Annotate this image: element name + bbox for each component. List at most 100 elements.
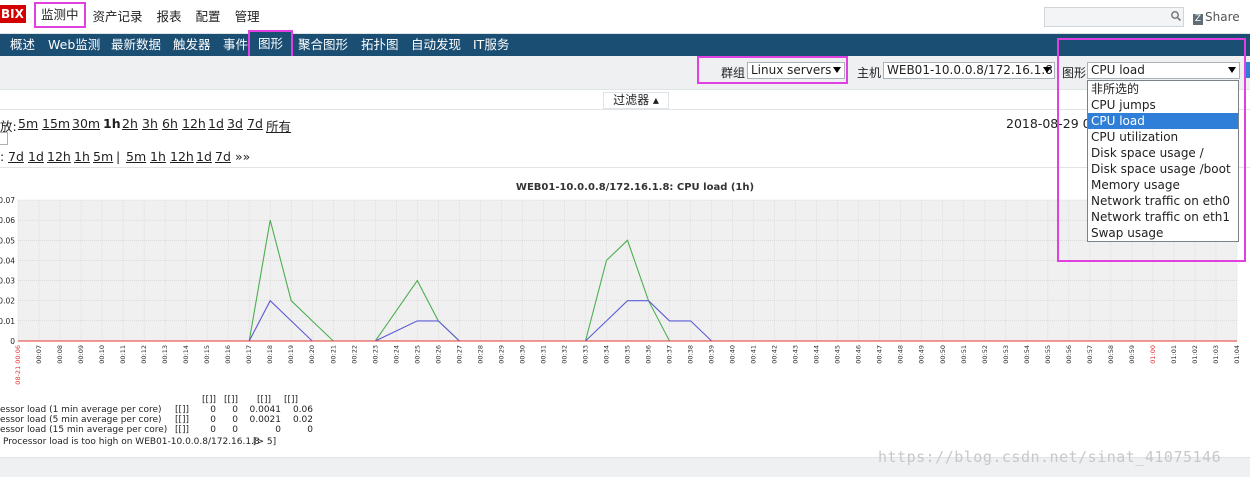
submenu-triggers[interactable]: 触发器 bbox=[173, 34, 211, 56]
zabbix-logo[interactable]: BIX bbox=[0, 5, 26, 23]
legend-row: essor load (5 min average per core) [[]]… bbox=[0, 415, 330, 425]
x-tick-label: 00:15 bbox=[203, 345, 211, 364]
x-tick-label: 00:22 bbox=[350, 345, 358, 364]
legend-trigger: Processor load is too high on WEB01-10.0… bbox=[0, 437, 330, 447]
group-select[interactable]: Linux servers bbox=[747, 62, 845, 79]
submenu-discovery[interactable]: 自动发现 bbox=[411, 34, 461, 56]
legend-value: 0 bbox=[307, 425, 313, 435]
x-tick-label: 00:49 bbox=[918, 345, 926, 364]
nav-forward[interactable]: 7d bbox=[215, 149, 231, 164]
x-tick-label: 00:19 bbox=[287, 345, 295, 364]
nav-back[interactable]: 5m bbox=[93, 149, 113, 164]
nav-back[interactable]: 1h bbox=[74, 149, 90, 164]
zoom-option[interactable]: 6h bbox=[162, 116, 178, 131]
group-select-value: Linux servers bbox=[751, 63, 832, 77]
chevron-down-icon bbox=[1043, 67, 1051, 73]
nav-forward[interactable]: 1d bbox=[196, 149, 212, 164]
x-tick-label: 00:54 bbox=[1023, 345, 1031, 364]
legend-item-name: essor load (15 min average per core) bbox=[0, 425, 168, 435]
zoom-option[interactable]: 30m bbox=[72, 116, 100, 131]
zoom-option[interactable]: 所有 bbox=[266, 116, 291, 135]
legend-value: 0.02 bbox=[292, 415, 313, 425]
top-menu-configuration[interactable]: 配置 bbox=[189, 0, 228, 34]
host-label: 主机 bbox=[857, 66, 882, 80]
x-tick-label: 00:10 bbox=[98, 345, 106, 364]
zoom-option-active[interactable]: 1h bbox=[103, 116, 121, 131]
nav-back[interactable]: 1d bbox=[28, 149, 44, 164]
host-select[interactable]: WEB01-10.0.0.8/172.16.1.8 bbox=[883, 62, 1055, 79]
host-select-value: WEB01-10.0.0.8/172.16.1.8 bbox=[887, 63, 1053, 77]
x-tick-label: 00:51 bbox=[960, 345, 968, 364]
legend-item-name: essor load (1 min average per core) bbox=[0, 405, 162, 415]
x-tick-label: 00:52 bbox=[981, 345, 989, 364]
zoom-option[interactable]: 12h bbox=[182, 116, 206, 131]
top-menu-inventory[interactable]: 资产记录 bbox=[86, 0, 150, 34]
x-tick-label: 00:27 bbox=[455, 345, 463, 364]
y-tick-label: 0.06 bbox=[0, 216, 15, 225]
search-input[interactable] bbox=[1044, 7, 1184, 27]
nav-back[interactable]: 7d bbox=[8, 149, 24, 164]
x-tick-label: 00:21 bbox=[329, 345, 337, 364]
legend-header: [[]] bbox=[223, 395, 238, 405]
x-tick-label: 00:48 bbox=[897, 345, 905, 364]
legend-value: 0 bbox=[232, 415, 238, 425]
x-tick-label: 01:03 bbox=[1212, 345, 1220, 364]
legend-header: [[]] bbox=[283, 395, 298, 405]
chevron-down-icon bbox=[833, 67, 841, 73]
x-tick-label: 00:45 bbox=[834, 345, 842, 364]
nav-forward[interactable]: 1h bbox=[150, 149, 166, 164]
submenu-latest-data[interactable]: 最新数据 bbox=[111, 34, 161, 56]
nav-back[interactable]: 12h bbox=[47, 149, 71, 164]
x-tick-label: 00:53 bbox=[1002, 345, 1010, 364]
x-tick-label: 00:56 bbox=[1065, 345, 1073, 364]
zoom-option[interactable]: 5m bbox=[18, 116, 38, 131]
share-button[interactable]: Z Share bbox=[1193, 10, 1240, 25]
x-tick-label: 00:26 bbox=[434, 345, 442, 364]
x-tick-label: 01:04 bbox=[1233, 345, 1241, 364]
nav-forward[interactable]: 5m bbox=[126, 149, 146, 164]
zoom-option[interactable]: 15m bbox=[42, 116, 70, 131]
x-tick-label: 01:01 bbox=[1170, 345, 1178, 364]
x-tick-label: 00:42 bbox=[771, 345, 779, 364]
search-icon[interactable] bbox=[1170, 10, 1182, 22]
submenu-web[interactable]: Web监测 bbox=[48, 34, 100, 56]
x-tick-label: 01:02 bbox=[1191, 345, 1199, 364]
legend-item-func: [[]] bbox=[175, 425, 190, 435]
x-tick-label: 08-21 00:06 bbox=[14, 345, 22, 385]
zoom-option[interactable]: 7d bbox=[247, 116, 263, 131]
legend-value: 0.0041 bbox=[249, 405, 282, 415]
top-menu-reports[interactable]: 报表 bbox=[150, 0, 189, 34]
legend-header: [[]] bbox=[201, 395, 216, 405]
nav-forward[interactable]: 12h bbox=[170, 149, 194, 164]
legend-value: 0 bbox=[210, 415, 216, 425]
x-tick-label: 00:59 bbox=[1128, 345, 1136, 364]
legend-trigger-text: Processor load is too high on WEB01-10.0… bbox=[3, 437, 260, 447]
submenu-events[interactable]: 事件 bbox=[223, 34, 248, 56]
filter-toggle-button[interactable]: 过滤器 ▴ bbox=[603, 92, 669, 109]
x-tick-label: 00:36 bbox=[645, 345, 653, 364]
submenu-maps[interactable]: 拓扑图 bbox=[361, 34, 399, 56]
submenu-it-services[interactable]: IT服务 bbox=[473, 34, 509, 56]
submenu-screens[interactable]: 聚合图形 bbox=[298, 34, 348, 56]
top-bar: BIX 监测中 资产记录 报表 配置 管理 Z Share bbox=[0, 0, 1250, 34]
top-menu-administration[interactable]: 管理 bbox=[228, 0, 267, 34]
y-tick-label: 0.04 bbox=[0, 256, 15, 265]
zoom-option[interactable]: 2h bbox=[122, 116, 138, 131]
x-tick-label: 00:35 bbox=[624, 345, 632, 364]
legend-row: essor load (1 min average per core) [[]]… bbox=[0, 405, 330, 415]
top-menu-monitoring[interactable]: 监测中 bbox=[34, 2, 86, 28]
zoom-option[interactable]: 3d bbox=[227, 116, 243, 131]
x-tick-label: 00:34 bbox=[602, 345, 610, 364]
zoom-option[interactable]: 3h bbox=[142, 116, 158, 131]
x-tick-label: 00:13 bbox=[161, 345, 169, 364]
period-scrollbar[interactable] bbox=[0, 132, 8, 145]
legend-item-func: [[]] bbox=[175, 405, 190, 415]
zoom-option[interactable]: 1d bbox=[208, 116, 224, 131]
submenu-overview[interactable]: 概述 bbox=[10, 34, 35, 56]
x-tick-label: 00:41 bbox=[750, 345, 758, 364]
legend-value: 0 bbox=[210, 425, 216, 435]
x-tick-label: 00:38 bbox=[687, 345, 695, 364]
submenu-graphs[interactable]: 图形 bbox=[248, 30, 294, 58]
x-tick-label: 00:18 bbox=[266, 345, 274, 364]
nav-more[interactable]: »» bbox=[235, 149, 250, 164]
